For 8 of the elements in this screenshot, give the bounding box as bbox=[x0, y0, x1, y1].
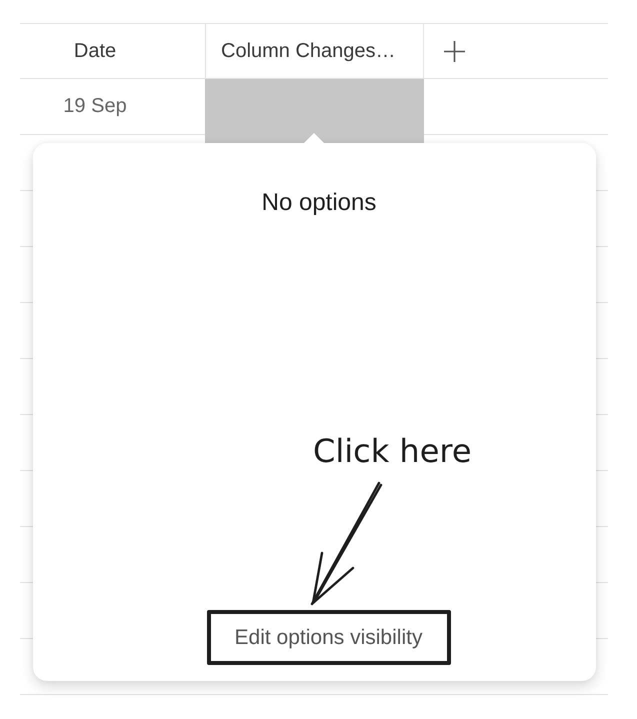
column-header[interactable]: Column Changes… bbox=[205, 24, 424, 78]
annotation-text: Click here bbox=[313, 432, 472, 470]
table-cell[interactable] bbox=[205, 79, 424, 143]
plus-icon[interactable] bbox=[444, 40, 465, 62]
edit-options-visibility-button[interactable]: Edit options visibility bbox=[206, 610, 450, 665]
empty-message: No options bbox=[262, 189, 376, 217]
table-cell[interactable]: 19 Sep bbox=[20, 79, 205, 134]
column-header[interactable]: Date bbox=[20, 24, 205, 78]
